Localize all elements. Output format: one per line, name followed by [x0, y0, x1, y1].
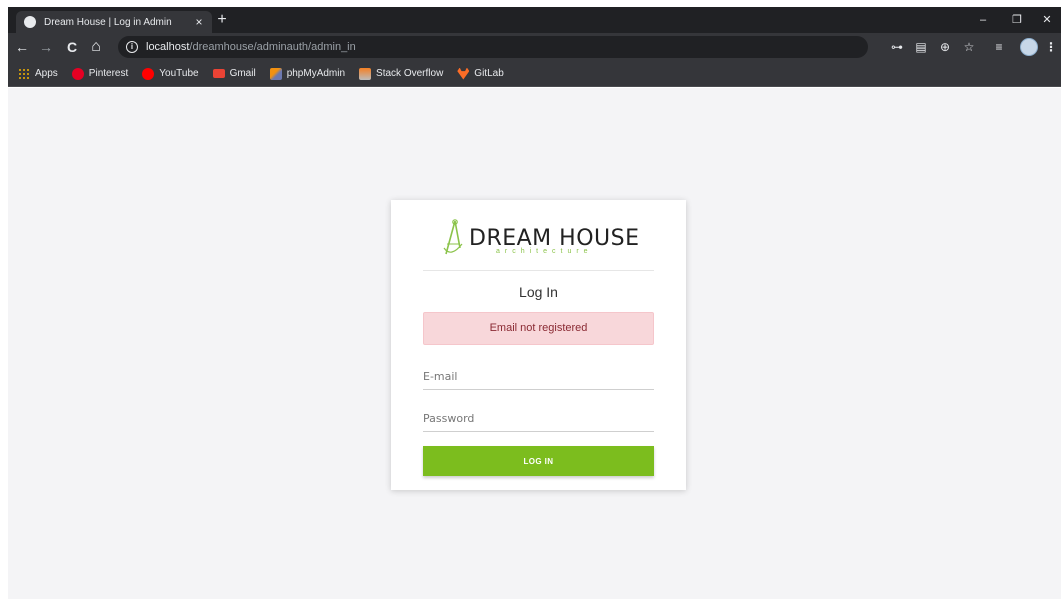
logo-subtitle: architecture [496, 248, 593, 255]
apps-grid-icon [18, 67, 30, 80]
favicon-icon [24, 16, 36, 28]
star-icon[interactable]: ☆ [960, 37, 978, 57]
password-field[interactable] [423, 410, 654, 432]
restore-button[interactable]: ❐ [1004, 11, 1030, 29]
error-alert: Email not registered [423, 312, 654, 345]
key-icon[interactable]: ⊶ [888, 37, 906, 57]
browser-tab-strip: Dream House | Log in Admin × + – ❐ ✕ [8, 7, 1061, 33]
stack-overflow-icon [359, 67, 372, 80]
info-icon[interactable]: i [126, 41, 138, 53]
zoom-icon[interactable]: ⊕ [936, 37, 954, 57]
email-field[interactable] [423, 368, 654, 390]
compass-logo-icon [443, 219, 463, 255]
page-viewport: DREAM HOUSE architecture Log In Email no… [8, 88, 1061, 599]
browser-tab[interactable]: Dream House | Log in Admin × [16, 11, 212, 33]
bookmark-youtube[interactable]: YouTube [142, 67, 199, 80]
bookmark-stack-overflow[interactable]: Stack Overflow [359, 67, 443, 80]
home-button[interactable]: ⌂ [86, 37, 106, 57]
back-button[interactable]: ← [12, 37, 32, 57]
tab-title: Dream House | Log in Admin [44, 16, 172, 28]
bookmark-apps[interactable]: Apps [18, 67, 58, 80]
minimize-button[interactable]: – [970, 11, 996, 29]
menu-icon[interactable]: ⋮ [1042, 37, 1060, 57]
login-card: DREAM HOUSE architecture Log In Email no… [391, 200, 686, 490]
url-host: localhost [146, 41, 190, 53]
bookmark-gmail[interactable]: Gmail [212, 68, 256, 79]
new-tab-button[interactable]: + [212, 10, 232, 30]
bookmark-pinterest[interactable]: Pinterest [71, 67, 128, 80]
youtube-icon [142, 67, 155, 80]
profile-avatar[interactable] [1020, 38, 1038, 56]
bookmark-phpmyadmin[interactable]: phpMyAdmin [269, 67, 345, 80]
card-divider [423, 270, 654, 271]
reload-button[interactable]: C [62, 37, 82, 57]
translate-icon[interactable]: ▤ [912, 37, 930, 57]
forward-button[interactable]: → [36, 37, 56, 57]
address-bar[interactable]: i localhost/dreamhouse/adminauth/admin_i… [118, 36, 868, 58]
bookmark-gitlab[interactable]: GitLab [457, 67, 504, 80]
gmail-icon [212, 69, 225, 78]
media-control-icon[interactable]: ≡ [990, 37, 1008, 57]
browser-toolbar: ← → C ⌂ i localhost/dreamhouse/adminauth… [8, 33, 1061, 61]
login-button[interactable]: LOG IN [423, 446, 654, 476]
bookmarks-bar: Apps Pinterest YouTube Gmail phpMyAdmin … [8, 61, 1061, 87]
tab-close-button[interactable]: × [190, 15, 208, 29]
phpmyadmin-icon [269, 67, 282, 80]
url-path: /dreamhouse/adminauth/admin_in [189, 41, 356, 53]
pinterest-icon [71, 67, 84, 80]
dream-house-logo: DREAM HOUSE architecture [441, 218, 639, 258]
page-title: Log In [519, 284, 558, 300]
close-window-button[interactable]: ✕ [1034, 11, 1060, 29]
gitlab-icon [457, 67, 470, 80]
